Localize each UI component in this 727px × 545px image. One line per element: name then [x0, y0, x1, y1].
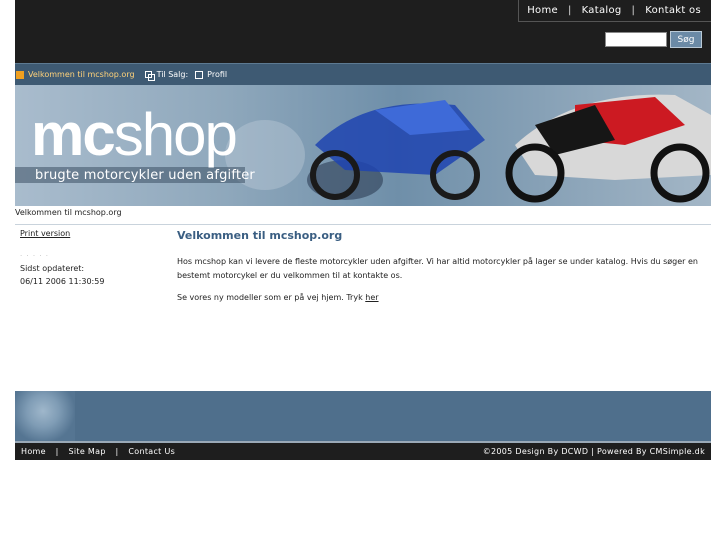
footer-sitemap-link[interactable]: Site Map: [69, 447, 106, 456]
last-updated-value: 06/11 2006 11:30:59: [20, 277, 105, 286]
active-bullet-icon: [16, 70, 24, 79]
page: Home | Katalog | Kontakt os Søg Velkomme…: [15, 0, 711, 460]
menu-item-velkommen[interactable]: Velkommen til mcshop.org: [15, 70, 135, 79]
footer-links: Home | Site Map | Contact Us: [21, 447, 175, 456]
breadcrumb: Velkommen til mcshop.org: [15, 206, 711, 225]
main-content: Velkommen til mcshop.org Hos mcshop kan …: [177, 229, 709, 313]
nav-kontakt-link[interactable]: Kontakt os: [645, 5, 701, 16]
menu-item-til-salg[interactable]: Til Salg:: [141, 70, 189, 81]
footer-separator: |: [55, 447, 59, 456]
here-link[interactable]: her: [365, 293, 378, 302]
page-title: Velkommen til mcshop.org: [177, 229, 343, 242]
site-logo: mcshop: [31, 101, 238, 168]
top-nav: Home | Katalog | Kontakt os: [518, 0, 711, 22]
footer-contact-link[interactable]: Contact Us: [128, 447, 175, 456]
nav-separator: |: [567, 5, 572, 16]
intro-paragraph: Hos mcshop kan vi levere de fleste motor…: [177, 257, 698, 280]
models-paragraph: Se vores ny modeller som er på vej hjem.…: [177, 291, 709, 305]
menu-item-profil[interactable]: Profil: [194, 70, 227, 79]
menu-bar: Velkommen til mcshop.org Til Salg: Profi…: [15, 63, 711, 85]
bullet-icon: [195, 70, 204, 79]
menu-item-label: Profil: [207, 70, 228, 79]
footer-credit: ©2005 Design By DCWD | Powered By CMSimp…: [482, 447, 705, 456]
footer-person-image: [15, 391, 75, 441]
header: Home | Katalog | Kontakt os Søg: [15, 0, 711, 63]
search-input[interactable]: [605, 32, 667, 47]
nav-katalog-link[interactable]: Katalog: [582, 5, 622, 16]
content-area: Print version · · · · · Sidst opdateret:…: [15, 225, 711, 391]
sidebar-divider: · · · · ·: [20, 252, 50, 260]
menu-item-label: Til Salg:: [156, 70, 189, 79]
search-form: Søg: [605, 31, 702, 48]
menu-item-label: Velkommen til mcshop.org: [28, 70, 135, 79]
footer-home-link[interactable]: Home: [21, 447, 46, 456]
site-tagline: brugte motorcykler uden afgifter: [35, 168, 255, 183]
print-version-link[interactable]: Print version: [20, 229, 160, 238]
models-text: Se vores ny modeller som er på vej hjem.…: [177, 293, 363, 302]
footer-separator: |: [115, 447, 119, 456]
search-button[interactable]: Søg: [670, 31, 702, 48]
nav-separator: |: [631, 5, 636, 16]
sidebar: Print version · · · · · Sidst opdateret:…: [20, 229, 160, 288]
nav-home-link[interactable]: Home: [527, 5, 558, 16]
banner: mcshop brugte motorcykler uden afgifter: [15, 85, 711, 206]
last-updated-label: Sidst opdateret:: [20, 264, 85, 273]
last-updated: Sidst opdateret: 06/11 2006 11:30:59: [20, 262, 160, 288]
footer-nav: Home | Site Map | Contact Us ©2005 Desig…: [15, 441, 711, 460]
submenu-icon: [144, 70, 155, 81]
footer-banner: [15, 391, 711, 441]
